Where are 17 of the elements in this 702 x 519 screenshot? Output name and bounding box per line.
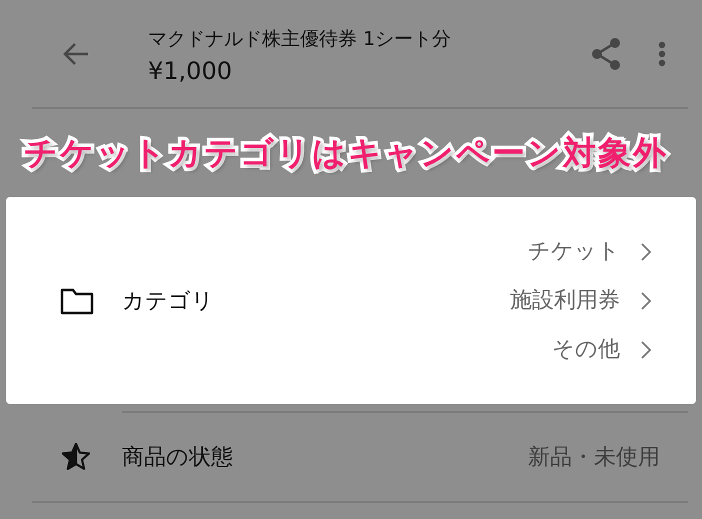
half-star-icon bbox=[60, 441, 92, 473]
category-label: カテゴリ bbox=[122, 288, 215, 316]
chevron-icon bbox=[640, 340, 652, 360]
chevron-icon bbox=[640, 290, 652, 310]
folder-icon bbox=[60, 286, 94, 314]
annotation-text: チケットカテゴリはキャンペーン対象外 bbox=[23, 132, 669, 174]
category-link[interactable]: その他 bbox=[552, 334, 620, 365]
back-icon[interactable] bbox=[62, 42, 90, 66]
more-icon[interactable] bbox=[658, 40, 666, 66]
category-link[interactable]: チケット bbox=[528, 236, 620, 267]
row-label: 商品の状態 bbox=[122, 444, 234, 472]
item-price: ¥1,000 bbox=[148, 56, 233, 86]
item-title: マクドナルド株主優待券 1シート分 bbox=[148, 26, 452, 50]
row-value: 新品・未使用 bbox=[528, 444, 660, 472]
share-icon[interactable] bbox=[590, 36, 622, 70]
category-link[interactable]: 施設利用券 bbox=[510, 285, 620, 316]
chevron-icon bbox=[640, 242, 652, 262]
